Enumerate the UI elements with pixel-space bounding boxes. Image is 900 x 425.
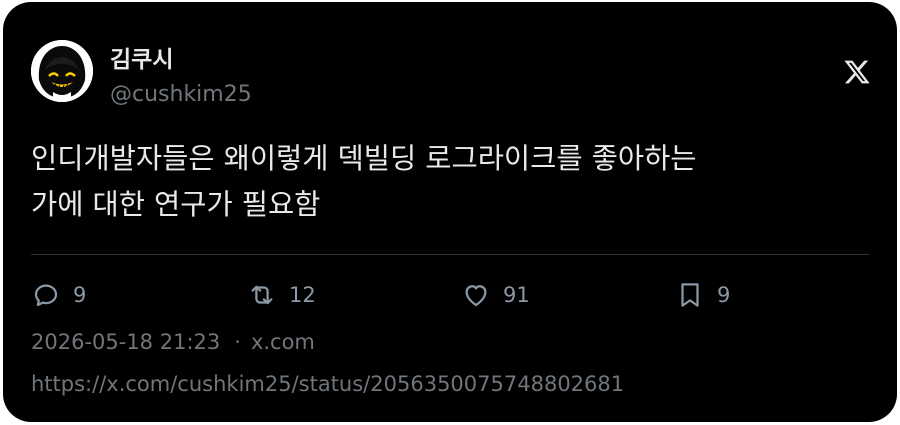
avatar[interactable] [31, 40, 93, 102]
like-button[interactable]: 91 [461, 280, 530, 310]
author-handle[interactable]: @cushkim25 [110, 82, 252, 107]
avatar-face-icon [31, 40, 93, 102]
repost-icon [247, 280, 277, 310]
reply-icon [31, 280, 61, 310]
timestamp[interactable]: 2026-05-18 21:23 [31, 330, 220, 354]
meta-separator: · [234, 330, 241, 354]
bookmark-icon [675, 280, 705, 310]
source-domain[interactable]: x.com [251, 330, 315, 354]
author-display-name[interactable]: 김쿠시 [110, 40, 173, 74]
tweet-text-line-2: 가에 대한 연구가 필요함 [31, 188, 321, 221]
heart-icon [461, 280, 491, 310]
tweet-meta: 2026-05-18 21:23 · x.com [31, 330, 315, 354]
tweet-text: 인디개발자들은 왜이렇게 덱빌딩 로그라이크를 좋아하는 가에 대한 연구가 필… [31, 136, 861, 228]
bookmark-button[interactable]: 9 [675, 280, 730, 310]
like-count: 91 [503, 283, 530, 307]
reply-button[interactable]: 9 [31, 280, 86, 310]
divider [31, 254, 869, 255]
x-logo-icon[interactable] [843, 58, 871, 86]
reply-count: 9 [73, 283, 87, 307]
tweet-card: 김쿠시 @cushkim25 인디개발자들은 왜이렇게 덱빌딩 로그라이크를 좋… [3, 2, 897, 422]
bookmark-count: 9 [717, 283, 731, 307]
repost-button[interactable]: 12 [247, 280, 316, 310]
tweet-url[interactable]: https://x.com/cushkim25/status/205635007… [31, 372, 624, 396]
tweet-text-line-1: 인디개발자들은 왜이렇게 덱빌딩 로그라이크를 좋아하는 [31, 142, 697, 175]
repost-count: 12 [289, 283, 316, 307]
